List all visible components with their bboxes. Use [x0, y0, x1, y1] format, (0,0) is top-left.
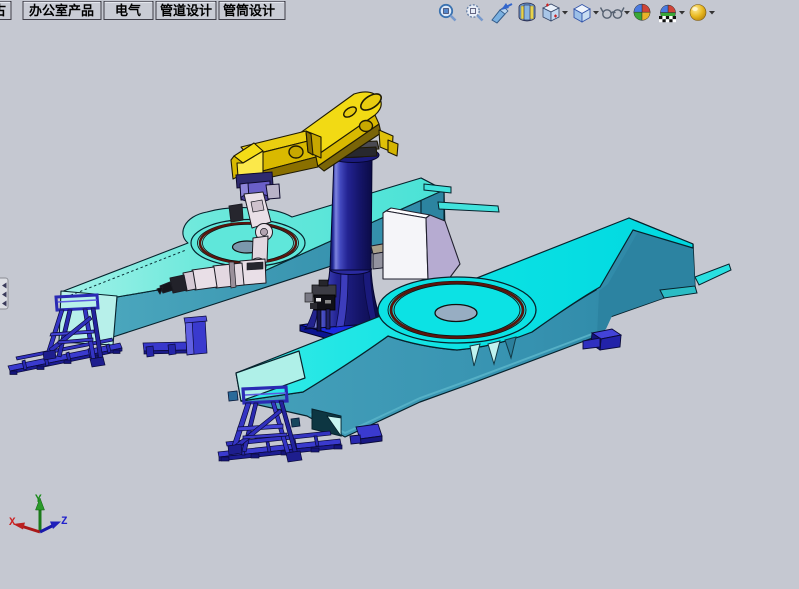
svg-text:Z: Z: [61, 516, 68, 528]
svg-text:X: X: [9, 517, 16, 529]
svg-text:电气: 电气: [115, 3, 141, 18]
svg-text:办公室产品: 办公室产品: [29, 3, 94, 18]
svg-text:管道设计: 管道设计: [160, 3, 212, 18]
svg-text:管筒设计: 管筒设计: [223, 3, 275, 18]
svg-text:Y: Y: [35, 494, 42, 506]
svg-text:古: 古: [0, 3, 6, 18]
